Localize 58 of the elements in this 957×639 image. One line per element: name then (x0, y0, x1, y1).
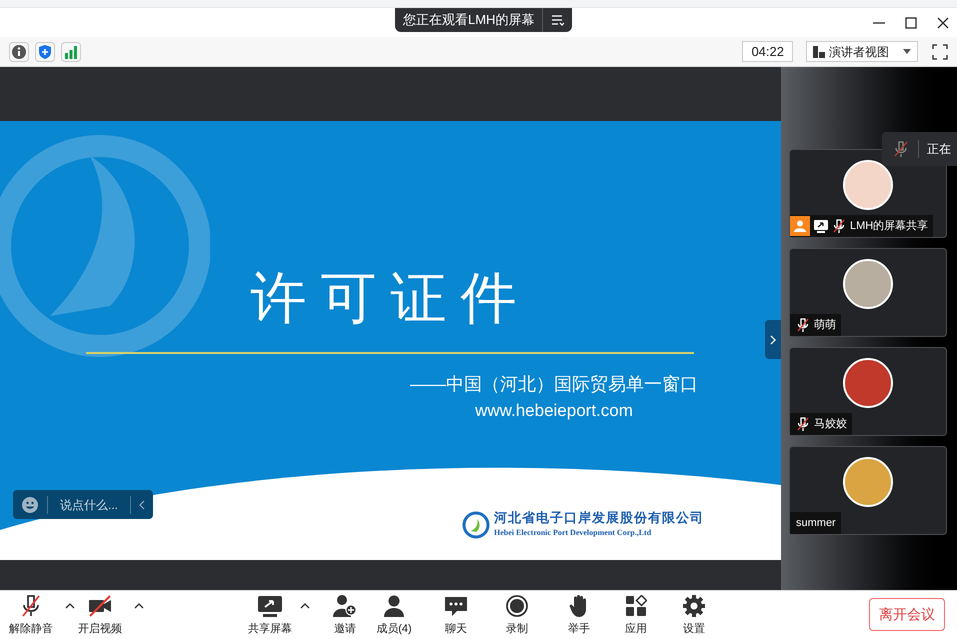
toolbar-button[interactable]: 录制 (499, 595, 535, 637)
chevron-right-icon (770, 334, 776, 344)
toolbar-button[interactable]: 聊天 (438, 595, 474, 637)
caret-button[interactable] (65, 603, 75, 609)
participant-name: LMH的屏幕共享 (850, 218, 928, 234)
company-logo-icon (462, 511, 490, 540)
emoji-icon[interactable] (22, 496, 38, 512)
add-person-icon (333, 595, 357, 617)
raised-hand-icon (569, 595, 589, 617)
slide-title: 许可证件 (250, 271, 530, 327)
toolbar-button[interactable]: 举手 (561, 595, 597, 637)
participant-name: summer (796, 516, 836, 531)
toolbar-button[interactable]: 设置 (676, 595, 712, 637)
close-icon[interactable] (937, 16, 949, 28)
layout-icon (813, 46, 825, 58)
signal-icon[interactable] (61, 42, 81, 62)
leave-meeting-button[interactable]: 离开会议 (869, 598, 945, 631)
slide-url: www.hebeieport.com (475, 400, 633, 422)
panel-toggle-button[interactable] (765, 320, 781, 359)
chat-bubble-icon (445, 595, 467, 617)
view-mode-button[interactable]: 演讲者视图 (806, 41, 918, 62)
avatar (843, 259, 893, 309)
settings-icon (683, 595, 705, 617)
menu-icon[interactable] (551, 14, 564, 26)
chat-input-bar[interactable]: 说点什么... (13, 490, 153, 519)
participant-name: 萌萌 (814, 318, 836, 333)
toolbar-button[interactable]: 开启视频 (78, 595, 122, 637)
avatar (843, 358, 893, 408)
toolbar-button[interactable]: 应用 (618, 595, 654, 637)
meeting-timer: 04:22 (742, 41, 793, 62)
chat-placeholder: 说点什么... (59, 496, 120, 514)
caret-button[interactable] (300, 603, 310, 609)
toolbar-button[interactable]: 邀请 (327, 595, 363, 637)
participant-tile[interactable]: 马姣姣 (789, 347, 947, 436)
chevron-left-icon[interactable] (139, 500, 145, 510)
participant-tile[interactable]: 萌萌 (789, 248, 947, 337)
caret-button[interactable] (134, 603, 144, 609)
apps-grid-icon (625, 595, 647, 617)
toolbar-button[interactable]: 解除静音 (9, 595, 53, 637)
avatar (843, 160, 893, 210)
banner-text: 您正在观看LMH的屏幕 (402, 11, 536, 30)
info-icon[interactable] (9, 42, 29, 62)
shield-icon[interactable] (35, 42, 55, 62)
person-icon (383, 595, 405, 617)
record-icon (506, 595, 528, 617)
screen-share-icon (258, 595, 282, 617)
participant-tile[interactable]: summer (789, 446, 947, 535)
slide-subtitle: ——中国（河北）国际贸易单一窗口 (410, 373, 698, 396)
maximize-icon[interactable] (905, 16, 917, 28)
caret-icon (903, 49, 911, 54)
company-english-name: Hebei Electronic Port Development Corp.,Ltd (494, 527, 652, 540)
toolbar-button[interactable]: 共享屏幕 (248, 595, 292, 637)
participant-name: 马姣姣 (814, 416, 847, 432)
fullscreen-icon[interactable] (932, 44, 948, 60)
avatar (843, 457, 893, 507)
toolbar-button[interactable]: 成员(4) (376, 595, 412, 637)
company-name: 河北省电子口岸发展股份有限公司 (494, 511, 704, 528)
muted-microphone-icon (894, 141, 908, 157)
